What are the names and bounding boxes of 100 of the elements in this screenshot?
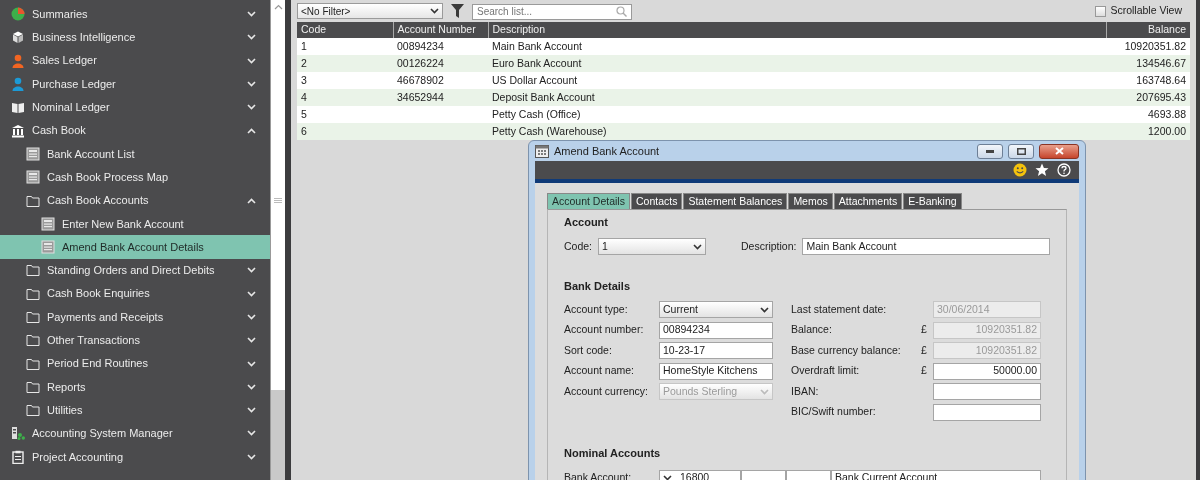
checkbox-label: Scrollable View xyxy=(1110,3,1182,19)
chevron-down-icon[interactable] xyxy=(247,314,256,320)
field-label: Account currency: xyxy=(564,383,650,399)
table-cell: 1 xyxy=(297,38,393,55)
grip-icon xyxy=(274,197,282,203)
sidebar-item[interactable]: Reports xyxy=(0,375,270,399)
table-cell: 207695.43 xyxy=(1106,89,1190,106)
sidebar-item[interactable]: Payments and Receipts xyxy=(0,305,270,329)
chevron-down-icon[interactable] xyxy=(247,337,256,344)
form-icon xyxy=(41,240,55,255)
sidebar-item[interactable]: Business Intelligence xyxy=(0,25,270,50)
sidebar-item[interactable]: Cash Book Process Map xyxy=(0,165,270,189)
folder-icon xyxy=(26,193,40,208)
search-field[interactable]: Search list... xyxy=(472,3,632,19)
column-header[interactable]: Description xyxy=(488,22,1106,38)
sidebar-item[interactable]: Purchase Ledger xyxy=(0,72,270,96)
sidebar-item[interactable]: Cash Book Accounts xyxy=(0,188,270,213)
checkbox[interactable] xyxy=(1095,5,1107,17)
text-field[interactable]: Main Bank Account xyxy=(802,238,1051,255)
minimize-button[interactable] xyxy=(977,143,1003,159)
code-dropdown[interactable]: 1 xyxy=(598,238,707,255)
chevron-down-icon[interactable] xyxy=(247,430,256,437)
chevron-down-icon[interactable] xyxy=(247,81,256,88)
maximize-button[interactable] xyxy=(1008,143,1034,159)
sidebar-item[interactable]: Amend Bank Account Details xyxy=(0,235,270,259)
section-heading: Bank Details xyxy=(564,279,632,294)
book-icon xyxy=(11,100,25,115)
field-label: Balance: xyxy=(791,322,833,338)
field-label: Code: xyxy=(564,238,593,254)
tab[interactable]: Statement Balances xyxy=(683,193,788,209)
sidebar-item[interactable]: Accounting System Manager xyxy=(0,421,270,446)
field-label: Last statement date: xyxy=(791,301,888,317)
window-title: Amend Bank Account xyxy=(554,143,661,159)
sidebar-item[interactable]: Other Transactions xyxy=(0,328,270,352)
tab[interactable]: Memos xyxy=(788,193,833,209)
chevron-down-icon[interactable] xyxy=(247,11,256,18)
text-field[interactable]: HomeStyle Kitchens xyxy=(659,362,773,380)
star-icon[interactable] xyxy=(1035,163,1049,177)
column-header[interactable]: Balance xyxy=(1106,22,1190,38)
tab[interactable]: Attachments xyxy=(833,193,903,209)
filter-icon[interactable] xyxy=(451,4,464,18)
field-label: Account number: xyxy=(564,322,645,338)
sidebar-item[interactable]: Enter New Bank Account xyxy=(0,212,270,236)
sidebar-item[interactable]: Sales Ledger xyxy=(0,49,270,73)
text-field[interactable]: 10-23-17 xyxy=(659,342,773,359)
chevron-down-icon[interactable] xyxy=(247,407,256,414)
search-icon xyxy=(616,6,627,17)
folder-icon xyxy=(26,379,40,394)
field-label: IBAN: xyxy=(791,383,820,399)
tab[interactable]: Contacts xyxy=(630,193,683,209)
sidebar-item[interactable]: Period End Routines xyxy=(0,351,270,376)
sidebar-item[interactable]: Utilities xyxy=(0,398,270,422)
smiley-icon[interactable] xyxy=(1013,163,1027,177)
chevron-down-icon[interactable] xyxy=(247,57,256,64)
sidebar-item[interactable]: Project Accounting xyxy=(0,445,270,469)
table-cell: 163748.64 xyxy=(1106,72,1190,89)
text-field[interactable] xyxy=(933,383,1041,400)
folder-icon xyxy=(26,286,40,301)
chevron-down-icon[interactable] xyxy=(247,383,256,390)
dropdown-field[interactable]: Current xyxy=(659,301,773,318)
filter-dropdown[interactable]: <No Filter> xyxy=(297,3,443,19)
scrollbar[interactable] xyxy=(270,0,285,480)
chevron-up-icon[interactable] xyxy=(247,197,256,204)
close-button[interactable] xyxy=(1039,143,1079,159)
section-heading: Account xyxy=(564,215,609,230)
table-cell: 46678902 xyxy=(393,72,488,89)
column-header[interactable]: Account Number xyxy=(393,22,488,38)
org-chart-icon xyxy=(11,426,25,441)
sidebar-item[interactable]: Cash Book Enquiries xyxy=(0,282,270,306)
text-field[interactable] xyxy=(933,403,1041,421)
field-label: Sort code: xyxy=(564,342,613,358)
chevron-down-icon[interactable] xyxy=(247,360,256,367)
tab[interactable]: E-Banking xyxy=(903,193,962,209)
table-cell: 4 xyxy=(297,89,393,106)
chevron-down-icon[interactable] xyxy=(247,34,256,41)
chevron-down-icon xyxy=(693,243,703,250)
scroll-up-icon[interactable] xyxy=(273,4,283,10)
person-icon xyxy=(11,77,25,92)
column-header[interactable]: Code xyxy=(297,22,393,38)
window-icon xyxy=(535,144,549,158)
chevron-down-icon[interactable] xyxy=(247,453,256,460)
folder-icon xyxy=(26,310,40,324)
help-icon[interactable] xyxy=(1057,163,1071,177)
field-label: Account name: xyxy=(564,363,636,379)
table-cell: 10920351.82 xyxy=(1106,38,1190,55)
sidebar-item[interactable]: Cash Book xyxy=(0,119,270,143)
chevron-down-icon[interactable] xyxy=(247,267,256,274)
sidebar-item[interactable]: Bank Account List xyxy=(0,142,270,166)
sidebar-item[interactable]: Summaries xyxy=(0,2,270,26)
text-field[interactable]: 50000.00 xyxy=(933,362,1041,380)
tab[interactable]: Account Details xyxy=(547,193,630,209)
form-icon xyxy=(41,216,55,231)
chevron-down-icon[interactable] xyxy=(247,104,256,111)
sidebar-item[interactable]: Standing Orders and Direct Debits xyxy=(0,258,270,283)
maximize-icon xyxy=(1016,147,1026,155)
text-field[interactable]: 00894234 xyxy=(659,321,773,339)
currency-symbol: £ xyxy=(921,342,928,358)
sidebar-item[interactable]: Nominal Ledger xyxy=(0,95,270,119)
chevron-up-icon[interactable] xyxy=(247,127,256,134)
chevron-down-icon[interactable] xyxy=(247,290,256,297)
